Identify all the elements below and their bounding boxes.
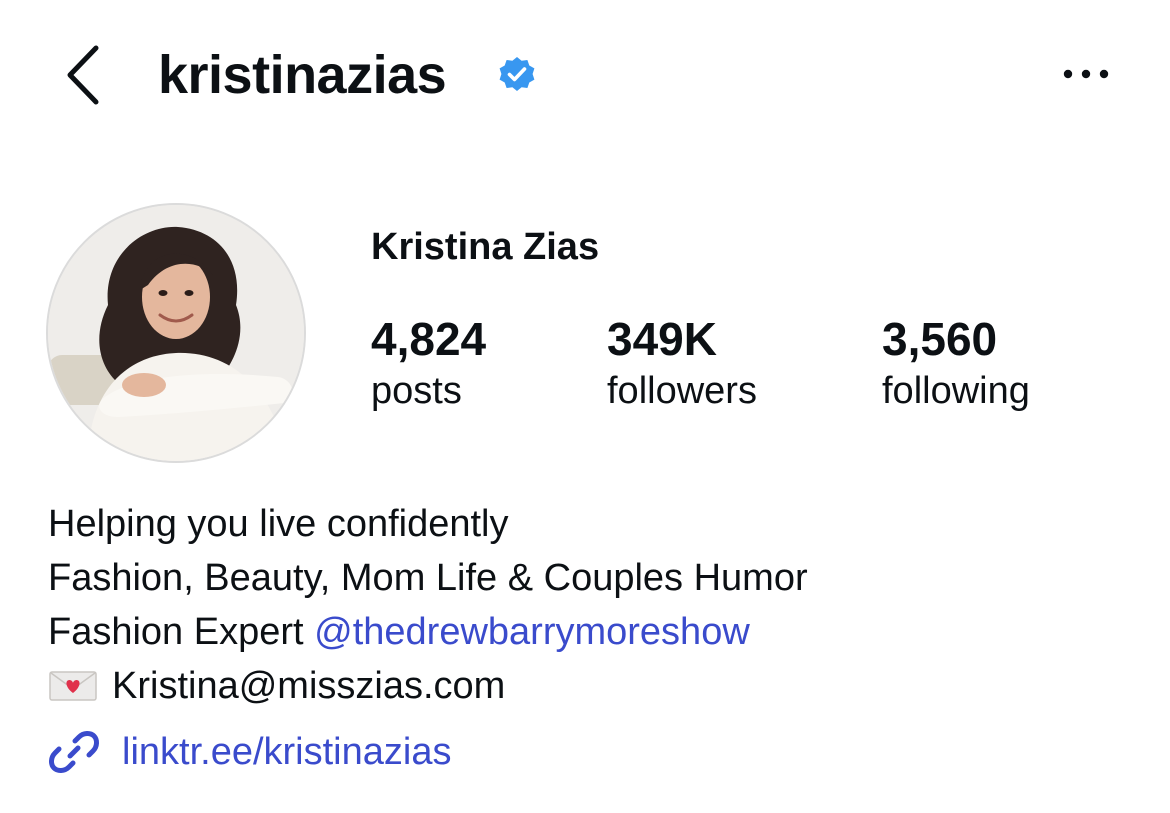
profile-avatar[interactable] bbox=[46, 203, 306, 463]
bio-line-expert: Fashion Expert @thedrewbarrymoreshow bbox=[48, 605, 808, 659]
profile-link-text: linktr.ee/kristinazias bbox=[122, 730, 452, 773]
profile-external-link[interactable]: linktr.ee/kristinazias bbox=[48, 725, 451, 779]
chevron-left-icon bbox=[67, 45, 99, 105]
stat-following-label: following bbox=[882, 370, 1030, 412]
stat-following[interactable]: 3,560 following bbox=[882, 312, 1030, 416]
profile-bio: Helping you live confidently Fashion, Be… bbox=[48, 497, 808, 713]
stat-followers-label: followers bbox=[607, 370, 757, 412]
stat-following-count: 3,560 bbox=[882, 313, 998, 365]
stat-posts-count: 4,824 bbox=[371, 313, 487, 365]
bio-expert-prefix: Fashion Expert bbox=[48, 611, 315, 653]
more-options-button[interactable] bbox=[1056, 52, 1116, 96]
stat-posts-label: posts bbox=[371, 370, 462, 412]
link-icon bbox=[48, 726, 100, 778]
stat-posts[interactable]: 4,824 posts bbox=[371, 312, 486, 416]
bio-mention-link[interactable]: @thedrewbarrymoreshow bbox=[314, 611, 750, 653]
profile-username: kristinazias bbox=[158, 45, 447, 105]
stat-followers[interactable]: 349K followers bbox=[607, 312, 757, 416]
bio-line-tagline: Helping you live confidently bbox=[48, 503, 509, 545]
bio-line-email: Kristina@misszias.com bbox=[48, 659, 808, 713]
back-button[interactable] bbox=[58, 40, 108, 110]
more-horizontal-icon bbox=[1063, 69, 1109, 79]
love-letter-envelope-icon bbox=[48, 668, 98, 702]
verified-badge-icon bbox=[497, 55, 537, 95]
bio-line-topics: Fashion, Beauty, Mom Life & Couples Humo… bbox=[48, 557, 808, 599]
profile-photo-avatar bbox=[48, 205, 304, 461]
bio-email[interactable]: Kristina@misszias.com bbox=[112, 665, 505, 707]
profile-display-name: Kristina Zias bbox=[371, 226, 600, 268]
stat-followers-count: 349K bbox=[607, 313, 717, 365]
